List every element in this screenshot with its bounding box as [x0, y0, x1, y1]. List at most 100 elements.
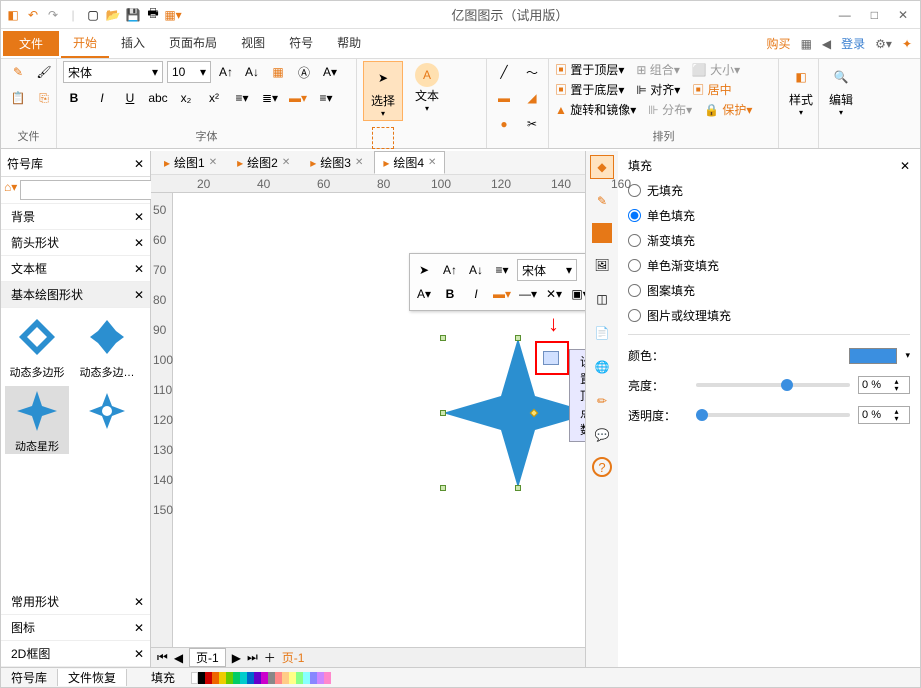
open-icon[interactable]: 📂: [105, 7, 121, 23]
radio-texture-fill[interactable]: [628, 309, 641, 322]
align-icon[interactable]: ≡▾: [315, 87, 337, 109]
ft-inc-font-icon[interactable]: A↑: [439, 259, 461, 281]
text-tool[interactable]: A文本▾: [407, 61, 447, 115]
protect-btn[interactable]: 🔒 保护▾: [704, 101, 752, 118]
tab-home[interactable]: 开始: [61, 29, 109, 58]
sb-restore[interactable]: 文件恢复: [58, 669, 127, 686]
size-btn[interactable]: ⬜ 大小▾: [692, 61, 740, 78]
ft-bold-icon[interactable]: B: [439, 283, 461, 305]
page-label[interactable]: 页-1: [189, 648, 226, 667]
file-menu[interactable]: 文件: [3, 31, 59, 56]
shape-dyn-polygon[interactable]: 动态多边形: [5, 312, 69, 380]
ft-fill-icon[interactable]: ▬▾: [491, 283, 513, 305]
shape-dyn-star[interactable]: 动态星形: [5, 386, 69, 454]
font-dialog-icon[interactable]: ▦: [267, 61, 289, 83]
ft-font-combo[interactable]: 宋体▾: [517, 259, 577, 281]
italic-icon[interactable]: I: [91, 87, 113, 109]
underline-icon[interactable]: U: [119, 87, 141, 109]
page-first-icon[interactable]: ⏮: [157, 650, 168, 665]
line-icon[interactable]: ╱: [493, 61, 515, 83]
buy-link[interactable]: 购买: [767, 35, 791, 52]
rtab-text2-icon[interactable]: ◫: [590, 287, 614, 311]
opacity-spinner[interactable]: 0 %▴▾: [858, 406, 910, 424]
tab-insert[interactable]: 插入: [109, 29, 157, 58]
ft-tools-icon[interactable]: ✕▾: [543, 283, 565, 305]
copy-icon[interactable]: ⎘: [33, 87, 55, 109]
font-size-combo[interactable]: 10▾: [167, 61, 211, 83]
cat-arrow[interactable]: 箭头形状✕: [1, 230, 150, 256]
clear-format-icon[interactable]: Ⓐ: [293, 61, 315, 83]
home-icon[interactable]: ⌂▾: [4, 180, 17, 200]
page-add-icon[interactable]: ＋: [264, 649, 276, 666]
action-button-icon[interactable]: [543, 351, 559, 365]
center-btn[interactable]: ▣ 居中: [692, 81, 731, 98]
cat-common[interactable]: 常用形状✕: [1, 589, 150, 615]
crop-icon[interactable]: ✂: [521, 113, 543, 135]
format-painter-icon[interactable]: ✎: [7, 61, 29, 83]
maximize-icon[interactable]: □: [871, 8, 878, 22]
select-tool[interactable]: ➤选择▾: [363, 61, 403, 121]
cat-basic[interactable]: 基本绘图形状✕: [1, 282, 150, 308]
fill-panel-close-icon[interactable]: ✕: [900, 159, 910, 173]
radio-pattern-fill[interactable]: [628, 284, 641, 297]
bold-icon[interactable]: B: [63, 87, 85, 109]
canvas-page[interactable]: ➤ A↑ A↓ ≡▾ 宋体▾ 🖌 ▾ A▾ B I ▬▾ —▾ ✕: [173, 193, 585, 667]
radio-solid-gradient-fill[interactable]: [628, 259, 641, 272]
bg-color-icon[interactable]: ▬▾: [287, 87, 309, 109]
radio-gradient-fill[interactable]: [628, 234, 641, 247]
minimize-icon[interactable]: —: [839, 8, 851, 22]
superscript-icon[interactable]: x²: [203, 87, 225, 109]
new-icon[interactable]: ▢: [85, 7, 101, 23]
tab-view[interactable]: 视图: [229, 29, 277, 58]
increase-font-icon[interactable]: A↑: [215, 61, 237, 83]
symlib-close-icon[interactable]: ✕: [134, 157, 144, 171]
font-color-icon[interactable]: A▾: [319, 61, 341, 83]
ft-dec-font-icon[interactable]: A↓: [465, 259, 487, 281]
doc-tab-3[interactable]: ▸绘图3✕: [301, 151, 372, 174]
style-tool[interactable]: ◧样式▾: [785, 61, 817, 119]
sb-symlib[interactable]: 符号库: [1, 669, 58, 686]
cat-frame[interactable]: 2D框图✕: [1, 641, 150, 667]
doc-tab-1[interactable]: ▸绘图1✕: [155, 151, 226, 174]
bring-front-btn[interactable]: ▣ 置于顶层▾: [555, 61, 624, 78]
rtab-comment-icon[interactable]: 💬: [590, 423, 614, 447]
cat-icons[interactable]: 图标✕: [1, 615, 150, 641]
ft-cursor-icon[interactable]: ➤: [413, 259, 435, 281]
page-last-icon[interactable]: ⏭: [247, 650, 258, 665]
send-back-btn[interactable]: ▣ 置于底层▾: [555, 81, 624, 98]
group-btn[interactable]: ⊞ 组合▾: [636, 61, 679, 78]
tab-symbol[interactable]: 符号: [277, 29, 325, 58]
subscript-icon[interactable]: x₂: [175, 87, 197, 109]
color-picker[interactable]: [849, 348, 897, 364]
page-next-icon[interactable]: ▶: [232, 651, 241, 665]
cat-background[interactable]: 背景✕: [1, 204, 150, 230]
distribute-btn[interactable]: ⊪ 分布▾: [648, 101, 692, 118]
ft-brush-icon[interactable]: 🖌: [581, 259, 585, 281]
rtab-shadow-icon[interactable]: [592, 223, 612, 243]
curve-icon[interactable]: 〜: [521, 61, 543, 83]
rtab-page-icon[interactable]: 📄: [590, 321, 614, 345]
ft-italic-icon[interactable]: I: [465, 283, 487, 305]
export-icon[interactable]: ▦▾: [165, 7, 181, 23]
rtab-edit-icon[interactable]: ✏: [590, 389, 614, 413]
font-name-combo[interactable]: 宋体▾: [63, 61, 163, 83]
doc-tab-4[interactable]: ▸绘图4✕: [374, 151, 445, 174]
gear-icon[interactable]: ⚙▾: [875, 37, 892, 51]
shape-dyn-polygon2[interactable]: 动态多边…: [75, 312, 139, 380]
rtab-help-icon[interactable]: ?: [592, 457, 612, 477]
cat-textbox[interactable]: 文本框✕: [1, 256, 150, 282]
doc-tab-2[interactable]: ▸绘图2✕: [228, 151, 299, 174]
rect-icon[interactable]: ▬: [493, 87, 515, 109]
paste-icon[interactable]: 📋: [7, 87, 29, 109]
line-spacing-icon[interactable]: ≡▾: [231, 87, 253, 109]
page-prev-icon[interactable]: ◀: [174, 651, 183, 665]
ft-line-icon[interactable]: —▾: [517, 283, 539, 305]
opacity-slider[interactable]: [696, 413, 850, 417]
brightness-slider[interactable]: [696, 383, 850, 387]
brush-icon[interactable]: 🖌: [33, 61, 55, 83]
strike-icon[interactable]: abc: [147, 87, 169, 109]
bullets-icon[interactable]: ≣▾: [259, 87, 281, 109]
tab-help[interactable]: 帮助: [325, 29, 373, 58]
tab-layout[interactable]: 页面布局: [157, 29, 229, 58]
print-icon[interactable]: 🖶: [145, 7, 161, 23]
